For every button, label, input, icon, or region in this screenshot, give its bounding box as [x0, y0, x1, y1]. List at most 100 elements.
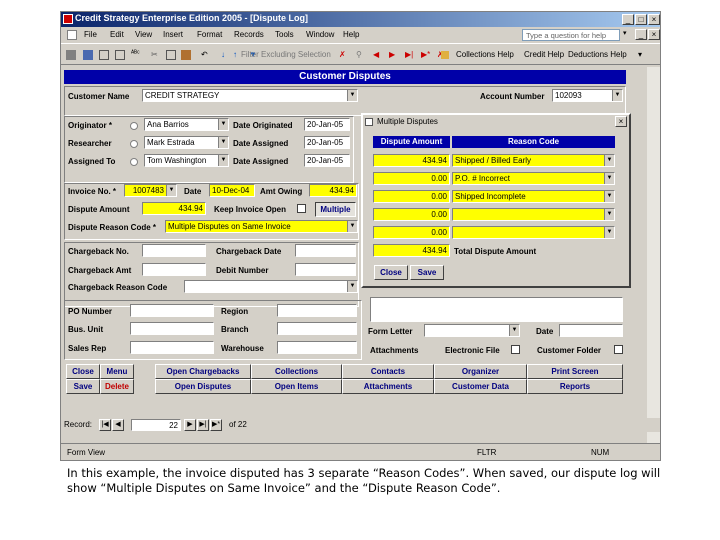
menu-button[interactable]: Menu [100, 364, 134, 379]
maximize-button[interactable]: □ [635, 14, 647, 25]
chevron-down-icon[interactable]: ▼ [166, 185, 176, 196]
print-icon[interactable] [99, 50, 109, 60]
form-letter-date-field[interactable] [559, 324, 623, 337]
chevron-down-icon[interactable]: ▼ [509, 325, 519, 336]
date-originated-field[interactable]: 20-Jan-05 [304, 118, 350, 131]
new-record-icon[interactable]: ▶* [421, 50, 431, 60]
dispute-row-reason[interactable]: Shipped Incomplete ▼ [452, 190, 615, 203]
chargeback-no-field[interactable] [142, 244, 206, 257]
prev-record-icon[interactable]: ◀ [373, 50, 383, 60]
save-button[interactable]: Save [66, 379, 100, 394]
researcher-field[interactable]: Mark Estrada ▼ [144, 136, 229, 149]
invoice-no-field[interactable]: 1007483 ▼ [124, 184, 177, 197]
close-window-button[interactable]: × [648, 14, 660, 25]
deductions-help-button[interactable]: Deductions Help [568, 50, 627, 59]
menu-view[interactable]: View [135, 30, 152, 39]
menu-edit[interactable]: Edit [110, 30, 124, 39]
collections-button[interactable]: Collections [251, 364, 342, 379]
prev-record-button[interactable]: ◀ [112, 419, 124, 431]
save-icon[interactable] [83, 50, 93, 60]
open-items-button[interactable]: Open Items [251, 379, 342, 394]
menu-window[interactable]: Window [306, 30, 334, 39]
credit-help-button[interactable]: Credit Help [524, 50, 564, 59]
keep-invoice-open-checkbox[interactable] [297, 204, 306, 213]
paste-icon[interactable] [181, 50, 191, 60]
dispute-row-amount[interactable]: 0.00 [373, 226, 450, 239]
chevron-down-icon[interactable]: ▼ [347, 221, 357, 232]
invoice-date-field[interactable]: 10-Dec-04 [209, 184, 255, 197]
menu-help[interactable]: Help [343, 30, 359, 39]
filter-excluding-label[interactable]: Filter Excluding Selection [241, 50, 331, 59]
assigned-to-radio[interactable] [130, 158, 138, 166]
menu-insert[interactable]: Insert [163, 30, 183, 39]
chevron-down-icon[interactable]: ▼ [218, 119, 228, 130]
dialog-save-button[interactable]: Save [410, 265, 444, 280]
dispute-amount-field[interactable]: 434.94 [142, 202, 206, 215]
chargeback-date-field[interactable] [295, 244, 356, 257]
chevron-down-icon[interactable]: ▼ [604, 209, 614, 220]
amt-owing-field[interactable]: 434.94 [309, 184, 357, 197]
copy-icon[interactable] [166, 50, 176, 60]
record-number-field[interactable]: 22 [131, 419, 181, 431]
customer-data-button[interactable]: Customer Data [434, 379, 527, 394]
last-record-icon[interactable]: ▶| [405, 50, 415, 60]
dispute-row-amount[interactable]: 0.00 [373, 172, 450, 185]
spelling-icon[interactable]: ᴬᴮᶜ [131, 50, 141, 60]
chevron-down-icon[interactable]: ▼ [612, 90, 622, 101]
researcher-date-field[interactable]: 20-Jan-05 [304, 136, 350, 149]
menu-records[interactable]: Records [234, 30, 264, 39]
notes-field[interactable] [370, 297, 623, 322]
region-field[interactable] [277, 304, 357, 317]
chargeback-amt-field[interactable] [142, 263, 206, 276]
chevron-down-icon[interactable]: ▼ [604, 227, 614, 238]
dispute-row-reason[interactable]: ▼ [452, 208, 615, 221]
find-icon[interactable]: ⚲ [356, 50, 366, 60]
undo-icon[interactable]: ↶ [201, 50, 211, 60]
help-search-input[interactable]: Type a question for help [522, 29, 620, 41]
minimize-button[interactable]: _ [622, 14, 634, 25]
close-button[interactable]: Close [66, 364, 100, 379]
organizer-button[interactable]: Organizer [434, 364, 527, 379]
next-record-icon[interactable]: ▶ [389, 50, 399, 60]
account-number-field[interactable]: 102093 ▼ [552, 89, 623, 102]
doc-close-button[interactable]: × [648, 29, 660, 40]
menu-format[interactable]: Format [197, 30, 222, 39]
doc-minimize-button[interactable]: _ [635, 29, 647, 40]
chevron-down-icon[interactable]: ▼ [347, 281, 357, 292]
toolbar-more-icon[interactable]: ▾ [638, 50, 642, 59]
originator-field[interactable]: Ana Barrios ▼ [144, 118, 229, 131]
vertical-scrollbar[interactable] [647, 67, 660, 443]
chevron-down-icon[interactable]: ▼ [218, 137, 228, 148]
po-number-field[interactable] [130, 304, 214, 317]
customer-name-field[interactable]: CREDIT STRATEGY ▼ [142, 89, 358, 102]
customer-folder-checkbox[interactable] [614, 345, 623, 354]
contacts-button[interactable]: Contacts [342, 364, 434, 379]
open-disputes-button[interactable]: Open Disputes [155, 379, 251, 394]
chargeback-reason-field[interactable]: ▼ [184, 280, 358, 293]
delete-button[interactable]: Delete [100, 379, 134, 394]
print-screen-button[interactable]: Print Screen [527, 364, 623, 379]
dialog-close-button[interactable]: Close [374, 265, 408, 280]
chevron-down-icon[interactable]: ▼ [218, 155, 228, 166]
attachments-button[interactable]: Attachments [342, 379, 434, 394]
collections-help-button[interactable]: Collections Help [456, 50, 514, 59]
open-chargebacks-button[interactable]: Open Chargebacks [155, 364, 251, 379]
researcher-radio[interactable] [130, 140, 138, 148]
branch-field[interactable] [277, 322, 357, 335]
dispute-reason-field[interactable]: Multiple Disputes on Same Invoice ▼ [165, 220, 358, 233]
chevron-down-icon[interactable]: ▼ [347, 90, 357, 101]
sales-rep-field[interactable] [130, 341, 214, 354]
warehouse-field[interactable] [277, 341, 357, 354]
bus-unit-field[interactable] [130, 322, 214, 335]
preview-icon[interactable] [115, 50, 125, 60]
originator-radio[interactable] [130, 122, 138, 130]
debit-number-field[interactable] [295, 263, 356, 276]
dispute-row-reason[interactable]: P.O. # Incorrect ▼ [452, 172, 615, 185]
assigned-to-field[interactable]: Tom Washington ▼ [144, 154, 229, 167]
reports-button[interactable]: Reports [527, 379, 623, 394]
dispute-row-reason[interactable]: ▼ [452, 226, 615, 239]
form-letter-field[interactable]: ▼ [424, 324, 520, 337]
dialog-close-icon[interactable]: × [615, 116, 627, 127]
dispute-row-amount[interactable]: 0.00 [373, 190, 450, 203]
chevron-down-icon[interactable]: ▼ [604, 173, 614, 184]
